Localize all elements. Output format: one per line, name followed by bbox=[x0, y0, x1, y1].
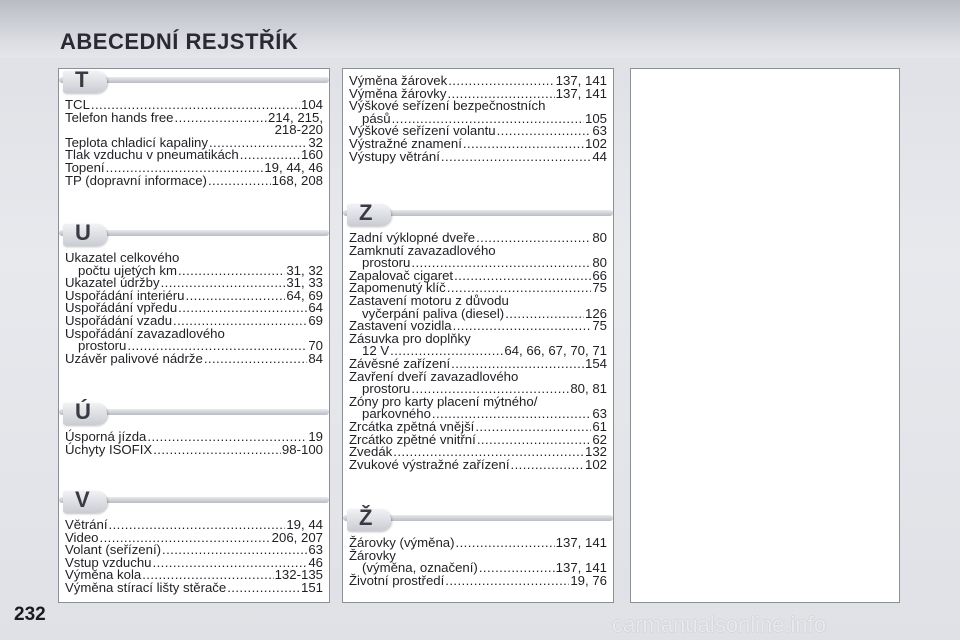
dot-leader bbox=[162, 544, 307, 557]
section-z: Z Zadní výklopné dveře80Zamknutí zavazad… bbox=[343, 200, 613, 472]
section-letter: Ú bbox=[75, 399, 91, 424]
watermark: carmanualsonline.info bbox=[612, 612, 827, 637]
index-entry-term: Úchyty ISOFIX bbox=[65, 441, 153, 457]
index-entry-pages: 137, 141 bbox=[555, 535, 607, 550]
index-entry-term: Uzávěr palivové nádrže bbox=[65, 350, 203, 366]
index-entry-pages: 80 bbox=[592, 230, 607, 245]
section-letter: Z bbox=[359, 200, 373, 225]
entry-list: Zadní výklopné dveře80Zamknutí zavazadlo… bbox=[349, 230, 607, 472]
page-title: ABECEDNÍ REJSTŘÍK bbox=[60, 29, 299, 54]
dot-leader bbox=[448, 75, 554, 88]
section-t: T TCL104Telefon hands free214, 215,218-2… bbox=[59, 67, 329, 188]
index-column-2: Výměna žárovek137, 141Výměna žárovky137,… bbox=[342, 68, 614, 603]
dot-leader bbox=[463, 138, 584, 151]
index-entry-pages: 69 bbox=[308, 312, 323, 328]
index-entry-pages: 75 bbox=[592, 280, 607, 296]
dot-leader bbox=[456, 537, 555, 550]
dot-leader bbox=[453, 320, 592, 333]
dot-leader bbox=[186, 290, 286, 303]
dot-leader bbox=[109, 519, 286, 532]
index-entry: Životní prostředí 19, 76 bbox=[349, 572, 607, 588]
index-entry-pages: 137, 141 bbox=[555, 85, 607, 101]
index-entry-term: Výměna stírací lišty stěrače bbox=[65, 579, 227, 595]
dot-leader bbox=[477, 434, 592, 447]
index-entry-term: Výstupy větrání bbox=[349, 148, 440, 164]
dot-leader bbox=[178, 302, 307, 315]
section-header-v: V bbox=[59, 487, 329, 513]
section-u: U Ukazatel celkovéhopočtu ujetých km31, … bbox=[59, 220, 329, 366]
section-letter: Ž bbox=[359, 505, 373, 530]
dot-leader bbox=[475, 421, 591, 434]
dot-leader bbox=[445, 575, 569, 588]
index-entry-pages: 102 bbox=[584, 456, 607, 472]
entry-list: Ukazatel celkovéhopočtu ujetých km31, 32… bbox=[65, 251, 323, 366]
index-entry-pages: 75 bbox=[592, 318, 607, 334]
section-header-u-acute: Ú bbox=[59, 399, 329, 425]
section-letter: U bbox=[75, 220, 91, 245]
section-letter: T bbox=[75, 67, 89, 92]
index-entry-term: Životní prostředí bbox=[349, 572, 445, 588]
section-header-t: T bbox=[59, 67, 329, 93]
index-entry-pages: 44 bbox=[592, 148, 607, 164]
index-entry: Úchyty ISOFIX 98-100 bbox=[65, 441, 323, 457]
index-entry-term: TP (dopravní informace) bbox=[65, 172, 207, 188]
dot-leader bbox=[204, 353, 308, 366]
section-v: V Větrání19, 44Video206, 207Volant (seří… bbox=[59, 487, 329, 595]
dot-leader bbox=[153, 444, 281, 457]
dot-leader bbox=[178, 265, 285, 278]
index-entry-pages: 80, 81 bbox=[570, 381, 607, 397]
index-entry-pages: 154 bbox=[584, 355, 607, 371]
dot-leader bbox=[511, 459, 584, 472]
index-entry-pages: 168, 208 bbox=[271, 172, 323, 188]
dot-leader bbox=[505, 308, 584, 321]
index-entry-pages: 84 bbox=[308, 350, 323, 366]
section-letter: V bbox=[75, 487, 90, 512]
index-entry-pages: 151 bbox=[300, 579, 323, 595]
index-entry-pages: 98-100 bbox=[281, 441, 323, 457]
dot-leader bbox=[175, 112, 267, 125]
index-column-3-empty bbox=[630, 68, 900, 603]
dot-leader bbox=[497, 125, 592, 138]
index-entry: Zvukové výstražné zařízení 102 bbox=[349, 456, 607, 472]
dot-leader bbox=[454, 270, 591, 283]
index-entry: Uzávěr palivové nádrže 84 bbox=[65, 350, 323, 366]
section-z-caron: Ž Žárovky (výměna)137, 141Žárovky(výměna… bbox=[343, 505, 613, 588]
section-header-u: U bbox=[59, 220, 329, 246]
dot-leader bbox=[479, 562, 555, 575]
index-entry-term: Telefon hands free bbox=[65, 109, 174, 125]
index-entry: Výměna stírací lišty stěrače 151 bbox=[65, 579, 323, 595]
entry-list: Žárovky (výměna)137, 141Žárovky(výměna, … bbox=[349, 535, 607, 588]
entry-list: Větrání19, 44Video206, 207Volant (seříze… bbox=[65, 518, 323, 595]
index-column-1: T TCL104Telefon hands free214, 215,218-2… bbox=[58, 67, 330, 603]
dot-leader bbox=[441, 151, 591, 164]
entry-list: Výměna žárovek137, 141Výměna žárovky137,… bbox=[349, 74, 607, 164]
index-entry: TP (dopravní informace) 168, 208 bbox=[65, 172, 323, 188]
entry-list: Úsporná jízda19Úchyty ISOFIX98-100 bbox=[65, 430, 323, 457]
index-entry-term: Zvukové výstražné zařízení bbox=[349, 456, 510, 472]
page-number: 232 bbox=[14, 604, 46, 625]
index-entry: Výstupy větrání 44 bbox=[349, 148, 607, 164]
section-header-z-caron: Ž bbox=[343, 505, 613, 531]
section-header-z: Z bbox=[343, 200, 613, 226]
entry-list: TCL104Telefon hands free214, 215,218-220… bbox=[65, 98, 323, 188]
section-v-continued: Výměna žárovek137, 141Výměna žárovky137,… bbox=[343, 71, 613, 163]
dot-leader bbox=[227, 582, 300, 595]
index-entry-pages: 19, 76 bbox=[570, 572, 607, 588]
section-u-acute: Ú Úsporná jízda19Úchyty ISOFIX98-100 bbox=[59, 399, 329, 457]
dot-leader bbox=[208, 175, 271, 188]
